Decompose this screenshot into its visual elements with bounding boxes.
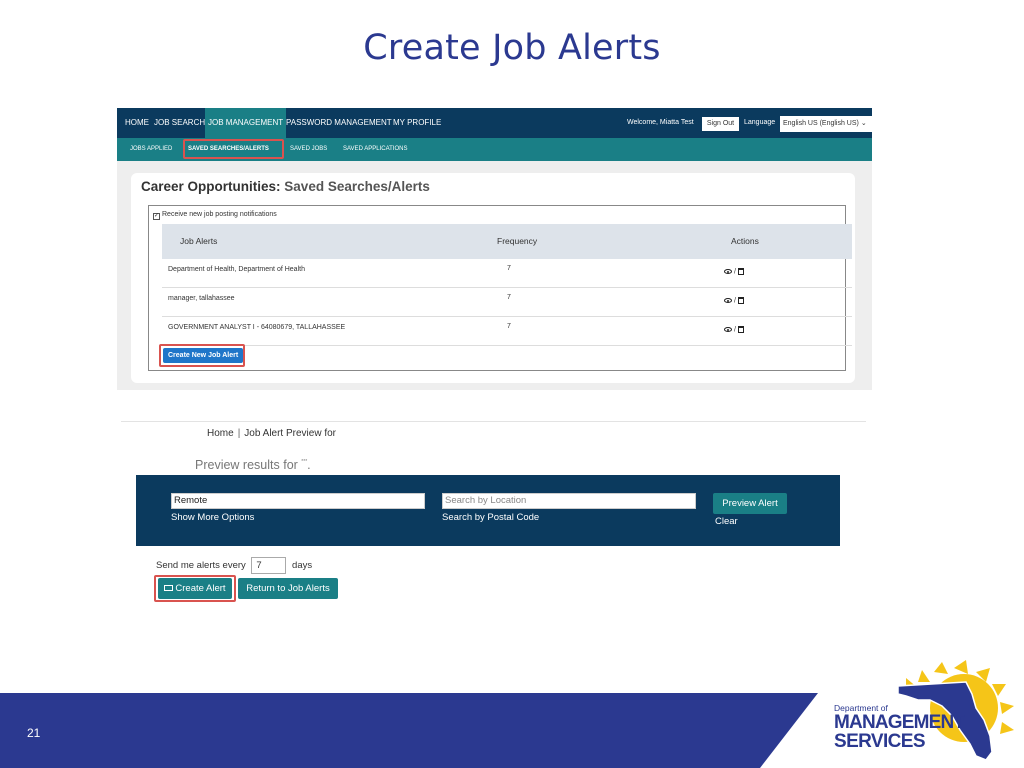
alert-name: Department of Health, Department of Heal… [168,266,305,273]
highlight-create-alert [154,575,236,602]
trash-icon[interactable] [737,297,744,304]
subnav-jobs-applied[interactable]: JOBS APPLIED [130,138,172,161]
language-label: Language [744,119,776,126]
eye-icon[interactable] [724,327,732,332]
alert-name: GOVERNMENT ANALYST I - 64080679, TALLAHA… [168,324,346,331]
nav-password-management[interactable]: PASSWORD MANAGEMENT [286,108,392,138]
preview-heading-end: . [307,458,311,472]
table-row: GOVERNMENT ANALYST I - 64080679, TALLAHA… [162,317,852,346]
notification-option: ✓ Receive new job posting notifications [153,211,277,220]
alert-frequency: 7 [507,265,511,272]
preview-alert-button[interactable]: Preview Alert [713,493,787,514]
highlight-create-new-job-alert [159,344,245,367]
nav-job-search[interactable]: JOB SEARCH [154,108,205,138]
breadcrumb: Home | Job Alert Preview for [207,428,336,439]
card-title-sub: Saved Searches/Alerts [284,179,430,194]
postal-code-link[interactable]: Search by Postal Code [442,512,539,523]
alert-actions: / [724,326,744,333]
clear-link[interactable]: Clear [715,516,738,527]
eye-icon[interactable] [724,269,732,274]
search-panel: Remote Show More Options Search by Locat… [136,475,840,546]
subnav-saved-applications[interactable]: SAVED APPLICATIONS [343,138,407,161]
logo-line2: MANAGEMENT [834,712,965,733]
preview-heading: Preview results for ***. [195,458,311,472]
welcome-text: Welcome, Miatta Test [627,119,694,126]
alert-frequency: 7 [507,294,511,301]
show-more-options-link[interactable]: Show More Options [171,512,254,523]
return-to-job-alerts-button[interactable]: Return to Job Alerts [238,578,338,599]
header-job-alerts: Job Alerts [180,236,218,246]
header-frequency: Frequency [497,236,538,246]
page-number: 21 [27,726,41,740]
card-title: Career Opportunities: Saved Searches/Ale… [141,179,430,194]
breadcrumb-home[interactable]: Home [207,428,234,439]
sign-out-button[interactable]: Sign Out [702,117,739,131]
days-label: days [292,560,313,572]
header-actions: Actions [731,236,759,246]
alerts-table-header: Job Alerts Frequency Actions [162,224,852,259]
language-select[interactable]: English US (English US) ⌄ [780,116,872,132]
actions-separator: / [733,297,736,305]
divider [121,421,866,422]
actions-separator: / [733,326,736,334]
saved-searches-card: Career Opportunities: Saved Searches/Ale… [131,173,855,383]
logo-line3: SERVICES [834,731,926,752]
nav-home[interactable]: HOME [125,108,149,138]
top-navigation: HOME JOB SEARCH JOB MANAGEMENT PASSWORD … [117,108,872,138]
alerts-box: ✓ Receive new job posting notifications J… [148,205,852,371]
nav-my-profile[interactable]: MY PROFILE [393,108,441,138]
table-row: manager, tallahassee 7 / [162,288,852,317]
breadcrumb-separator: | [237,428,241,439]
notification-label: Receive new job posting notifications [162,211,277,218]
alert-actions: / [724,297,744,304]
breadcrumb-current: Job Alert Preview for [244,428,337,439]
table-row: Department of Health, Department of Heal… [162,259,852,288]
send-alerts-label: Send me alerts every [156,560,246,572]
language-value: English US (English US) [783,120,859,127]
keyword-input[interactable]: Remote [171,493,425,509]
nav-job-management[interactable]: JOB MANAGEMENT [205,108,287,138]
dms-logo-text: Department of MANAGEMENT SERVICES [834,704,965,752]
chevron-down-icon: ⌄ [860,120,867,127]
trash-icon[interactable] [737,326,744,333]
days-input[interactable]: 7 [251,557,287,574]
subnav-saved-jobs[interactable]: SAVED JOBS [290,138,327,161]
eye-icon[interactable] [724,298,732,303]
alert-frequency: 7 [507,323,511,330]
alert-actions: / [724,268,744,275]
location-input[interactable]: Search by Location [442,493,696,509]
card-title-main: Career Opportunities: [141,179,281,194]
preview-heading-text: Preview results for [195,458,298,472]
alert-name: manager, tallahassee [168,295,235,302]
saved-searches-screenshot: HOME JOB SEARCH JOB MANAGEMENT PASSWORD … [117,108,872,390]
trash-icon[interactable] [737,268,744,275]
actions-separator: / [733,268,736,276]
slide-title: Create Job Alerts [363,28,661,68]
notification-checkbox[interactable]: ✓ [153,213,160,220]
alert-frequency-row: Send me alerts every 7 days [156,557,312,574]
highlight-saved-searches [183,139,284,159]
